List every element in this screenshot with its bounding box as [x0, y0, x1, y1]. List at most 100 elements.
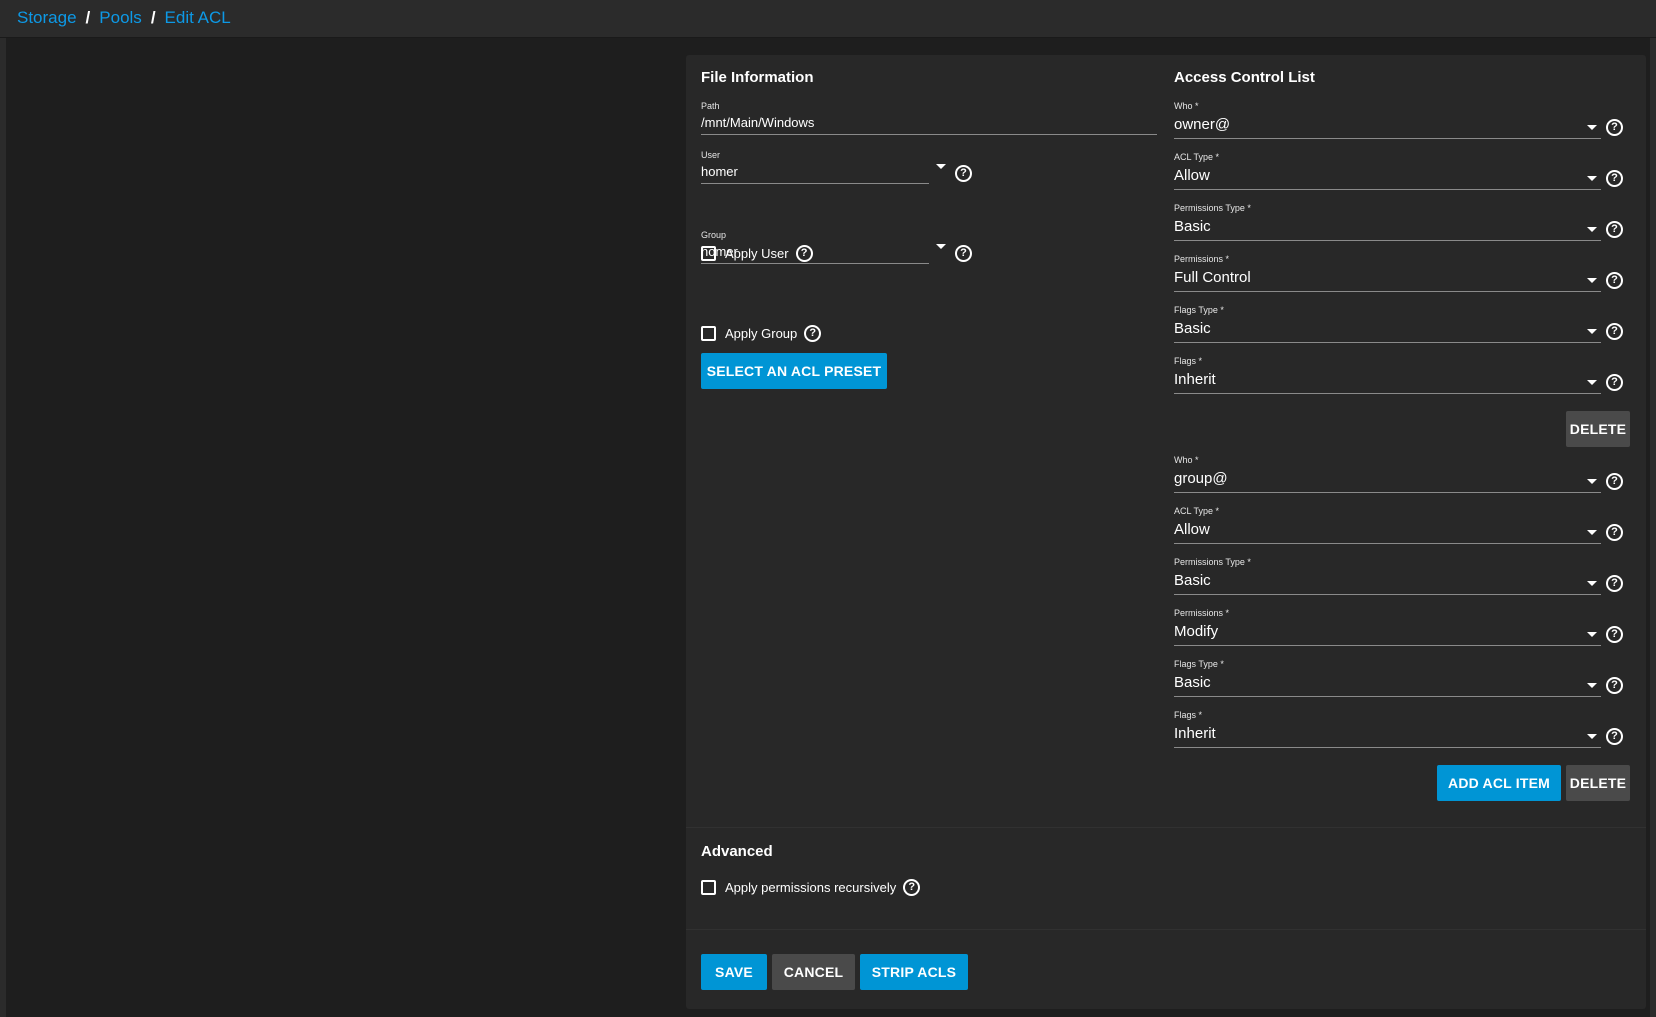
- user-dropdown-caret-icon[interactable]: [936, 164, 946, 169]
- help-icon[interactable]: ?: [1606, 119, 1623, 136]
- breadcrumb-storage[interactable]: Storage: [17, 8, 77, 28]
- sidebar-edge: [0, 38, 6, 1017]
- acl-perms-select[interactable]: Permissions * Modify: [1174, 608, 1601, 646]
- chevron-down-icon[interactable]: [1587, 125, 1597, 130]
- breadcrumb-pools[interactable]: Pools: [99, 8, 142, 28]
- acl-perms-value[interactable]: Full Control: [1174, 266, 1601, 292]
- help-icon[interactable]: ?: [1606, 272, 1623, 289]
- chevron-down-icon[interactable]: [1587, 227, 1597, 232]
- user-help-icon[interactable]: ?: [955, 165, 972, 182]
- breadcrumb-separator: /: [85, 8, 91, 27]
- acl-flags-label: Flags *: [1174, 356, 1203, 366]
- apply-group-row: Apply Group ?: [701, 325, 822, 342]
- acl-perm-type-value[interactable]: Basic: [1174, 569, 1601, 595]
- chevron-down-icon[interactable]: [1587, 581, 1597, 586]
- group-select[interactable]: Group homer: [701, 230, 929, 264]
- strip-acls-button[interactable]: STRIP ACLS: [860, 954, 968, 990]
- help-icon[interactable]: ?: [1606, 524, 1623, 541]
- group-value[interactable]: homer: [701, 242, 929, 264]
- acl-flags-label: Flags *: [1174, 710, 1203, 720]
- acl-acl-type-value[interactable]: Allow: [1174, 518, 1601, 544]
- acl-who-label: Who *: [1174, 101, 1199, 111]
- edit-acl-card: File Information Path /mnt/Main/Windows …: [686, 55, 1646, 1009]
- help-icon[interactable]: ?: [1606, 323, 1623, 340]
- section-divider: [686, 929, 1646, 930]
- user-select[interactable]: User homer: [701, 150, 929, 184]
- help-icon[interactable]: ?: [1606, 473, 1623, 490]
- acl-perm-type-select[interactable]: Permissions Type * Basic: [1174, 203, 1601, 241]
- help-icon[interactable]: ?: [1606, 728, 1623, 745]
- chevron-down-icon[interactable]: [1587, 176, 1597, 181]
- chevron-down-icon[interactable]: [1587, 278, 1597, 283]
- acl-flags-type-select[interactable]: Flags Type * Basic: [1174, 305, 1601, 343]
- breadcrumb-edit-acl[interactable]: Edit ACL: [165, 8, 231, 28]
- acl-perm-type-label: Permissions Type *: [1174, 557, 1251, 567]
- chevron-down-icon[interactable]: [1587, 329, 1597, 334]
- acl-flags-value[interactable]: Inherit: [1174, 722, 1601, 748]
- acl-who-select[interactable]: Who * owner@: [1174, 101, 1601, 139]
- acl-flags-type-label: Flags Type *: [1174, 659, 1224, 669]
- select-acl-preset-button[interactable]: SELECT AN ACL PRESET: [701, 353, 887, 389]
- scrollbar-track[interactable]: [1650, 38, 1656, 1017]
- acl-flags-type-select[interactable]: Flags Type * Basic: [1174, 659, 1601, 697]
- file-information-title: File Information: [701, 69, 814, 86]
- help-icon[interactable]: ?: [1606, 626, 1623, 643]
- chevron-down-icon[interactable]: [1587, 530, 1597, 535]
- apply-group-help-icon[interactable]: ?: [804, 325, 822, 342]
- breadcrumb-separator: /: [150, 8, 156, 27]
- acl-perms-label: Permissions *: [1174, 254, 1230, 264]
- help-icon[interactable]: ?: [1606, 221, 1623, 238]
- section-divider: [686, 827, 1646, 828]
- chevron-down-icon[interactable]: [1587, 734, 1597, 739]
- group-help-icon[interactable]: ?: [955, 245, 972, 262]
- acl-acl-type-select[interactable]: ACL Type * Allow: [1174, 506, 1601, 544]
- acl-perm-type-select[interactable]: Permissions Type * Basic: [1174, 557, 1601, 595]
- acl-flags-value[interactable]: Inherit: [1174, 368, 1601, 394]
- acl-acl-type-label: ACL Type *: [1174, 152, 1220, 162]
- save-button[interactable]: SAVE: [701, 954, 767, 990]
- delete-acl-item-button[interactable]: DELETE: [1566, 765, 1630, 801]
- apply-group-label[interactable]: Apply Group: [725, 326, 797, 341]
- acl-who-value[interactable]: owner@: [1174, 113, 1601, 139]
- chevron-down-icon[interactable]: [1587, 683, 1597, 688]
- apply-group-checkbox[interactable]: [701, 326, 716, 341]
- help-icon[interactable]: ?: [1606, 374, 1623, 391]
- chevron-down-icon[interactable]: [1587, 632, 1597, 637]
- apply-recursively-label[interactable]: Apply permissions recursively: [725, 880, 896, 895]
- cancel-button[interactable]: CANCEL: [772, 954, 855, 990]
- acl-flags-type-label: Flags Type *: [1174, 305, 1224, 315]
- acl-who-value[interactable]: group@: [1174, 467, 1601, 493]
- acl-perm-type-label: Permissions Type *: [1174, 203, 1251, 213]
- help-icon[interactable]: ?: [1606, 677, 1623, 694]
- acl-perms-select[interactable]: Permissions * Full Control: [1174, 254, 1601, 292]
- path-field: Path /mnt/Main/Windows: [701, 101, 1157, 135]
- user-label: User: [701, 150, 721, 160]
- apply-recursively-checkbox[interactable]: [701, 880, 716, 895]
- delete-acl-item-button[interactable]: DELETE: [1566, 411, 1630, 447]
- help-icon[interactable]: ?: [1606, 170, 1623, 187]
- advanced-title: Advanced: [701, 843, 773, 860]
- acl-who-label: Who *: [1174, 455, 1199, 465]
- add-acl-item-button[interactable]: ADD ACL ITEM: [1437, 765, 1561, 801]
- acl-flags-type-value[interactable]: Basic: [1174, 317, 1601, 343]
- acl-perms-value[interactable]: Modify: [1174, 620, 1601, 646]
- acl-who-select[interactable]: Who * group@: [1174, 455, 1601, 493]
- acl-perms-label: Permissions *: [1174, 608, 1230, 618]
- breadcrumb: Storage / Pools / Edit ACL: [17, 8, 231, 28]
- recursive-row: Apply permissions recursively ?: [701, 879, 921, 896]
- acl-perm-type-value[interactable]: Basic: [1174, 215, 1601, 241]
- chevron-down-icon[interactable]: [1587, 479, 1597, 484]
- help-icon[interactable]: ?: [1606, 575, 1623, 592]
- acl-acl-type-value[interactable]: Allow: [1174, 164, 1601, 190]
- acl-flags-select[interactable]: Flags * Inherit: [1174, 356, 1601, 394]
- acl-flags-select[interactable]: Flags * Inherit: [1174, 710, 1601, 748]
- user-value[interactable]: homer: [701, 162, 929, 184]
- acl-flags-type-value[interactable]: Basic: [1174, 671, 1601, 697]
- top-bar: Storage / Pools / Edit ACL: [0, 0, 1656, 38]
- group-dropdown-caret-icon[interactable]: [936, 244, 946, 249]
- path-value: /mnt/Main/Windows: [701, 113, 1157, 135]
- access-control-list-title: Access Control List: [1174, 69, 1315, 86]
- acl-acl-type-select[interactable]: ACL Type * Allow: [1174, 152, 1601, 190]
- apply-recursively-help-icon[interactable]: ?: [903, 879, 921, 896]
- chevron-down-icon[interactable]: [1587, 380, 1597, 385]
